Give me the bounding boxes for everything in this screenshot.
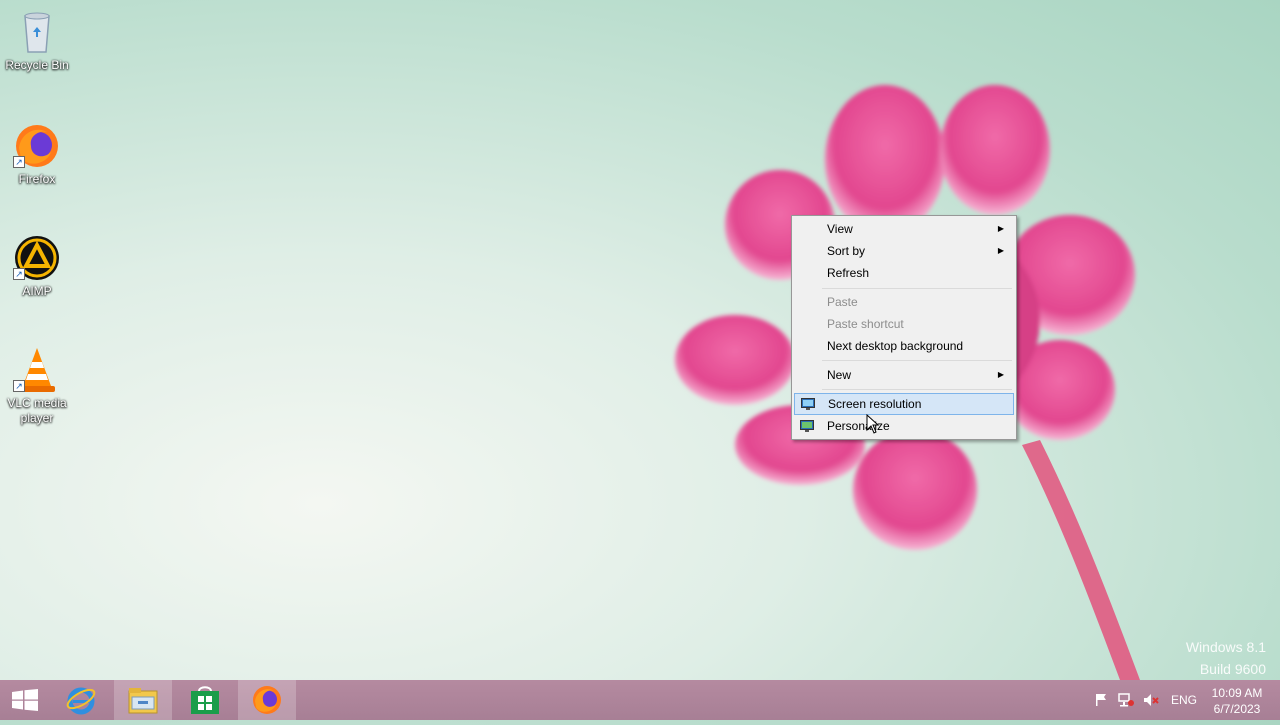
taskbar-internet-explorer[interactable] [52,680,110,720]
windows-watermark: Windows 8.1 Build 9600 [1186,636,1266,680]
menu-item-next-desktop-background[interactable]: Next desktop background [794,335,1014,357]
menu-item-label: Screen resolution [828,397,922,411]
mouse-cursor-icon [866,414,880,434]
desktop-wallpaper [675,85,1140,680]
menu-separator [822,288,1012,289]
aimp-icon: ↗ [13,234,61,282]
menu-item-label: View [827,222,853,236]
vlc-icon: ↗ [13,346,61,394]
submenu-arrow-icon: ▶ [997,370,1004,379]
menu-separator [822,389,1012,390]
taskbar-store[interactable] [176,680,234,720]
flag-icon[interactable] [1094,693,1108,707]
shortcut-arrow-icon: ↗ [13,156,25,168]
clock[interactable]: 10:09 AM 6/7/2023 [1204,680,1270,725]
watermark-build: Build 9600 [1199,661,1266,677]
menu-item-paste-shortcut[interactable]: Paste shortcut [794,313,1014,335]
menu-item-label: Paste [827,295,858,309]
shortcut-arrow-icon: ↗ [13,380,25,392]
firefox-icon [253,686,281,714]
menu-item-label: Sort by [827,244,866,258]
menu-separator [822,360,1012,361]
taskbar-firefox[interactable] [238,680,296,720]
desktop-icon-vlc[interactable]: ↗ VLC media player [0,346,74,426]
internet-explorer-icon [66,687,96,715]
desktop-icon-label: Recycle Bin [5,58,69,72]
windows-logo-icon [12,689,38,711]
language-indicator[interactable]: ENG [1171,680,1197,720]
menu-item-new[interactable]: New ▶ [794,364,1014,386]
desktop-icon-firefox[interactable]: ↗ Firefox [0,122,74,187]
menu-item-label: Paste shortcut [827,317,904,331]
menu-item-label: Refresh [827,266,870,280]
firefox-icon: ↗ [13,122,61,170]
menu-item-view[interactable]: View ▶ [794,218,1014,240]
menu-item-label: New [827,368,852,382]
menu-item-screen-resolution[interactable]: Screen resolution [794,393,1014,415]
menu-item-refresh[interactable]: Refresh [794,262,1014,284]
taskbar-file-explorer[interactable] [114,680,172,720]
desktop-context-menu: View ▶ Sort by ▶ Refresh Paste Paste sho… [791,215,1017,440]
taskbar: ENG 10:09 AM 6/7/2023 [0,680,1280,720]
start-button[interactable] [0,680,50,720]
submenu-arrow-icon: ▶ [997,224,1004,233]
personalize-icon [800,418,814,432]
shortcut-arrow-icon: ↗ [13,268,25,280]
submenu-arrow-icon: ▶ [997,246,1004,255]
menu-item-sort-by[interactable]: Sort by ▶ [794,240,1014,262]
watermark-version: Windows 8.1 [1185,639,1266,655]
file-explorer-icon [128,688,158,714]
store-icon [191,686,219,714]
desktop-icon-aimp[interactable]: ↗ AIMP [0,234,74,299]
monitor-icon [801,397,815,410]
network-icon[interactable] [1118,693,1134,707]
desktop-icon-label: Firefox [18,172,56,186]
recycle-bin-icon [13,8,61,56]
menu-item-label: Next desktop background [827,339,964,353]
desktop-icon-label: VLC media player [7,396,67,425]
menu-item-personalize[interactable]: Personalize [794,415,1014,437]
menu-item-paste[interactable]: Paste [794,291,1014,313]
desktop-icon-recycle-bin[interactable]: Recycle Bin [0,8,74,73]
desktop-icon-label: AIMP [22,284,52,298]
volume-muted-icon[interactable] [1143,693,1159,707]
clock-time: 10:09 AM [1211,686,1263,700]
clock-date: 6/7/2023 [1213,702,1261,716]
menu-item-label: Personalize [827,419,890,433]
